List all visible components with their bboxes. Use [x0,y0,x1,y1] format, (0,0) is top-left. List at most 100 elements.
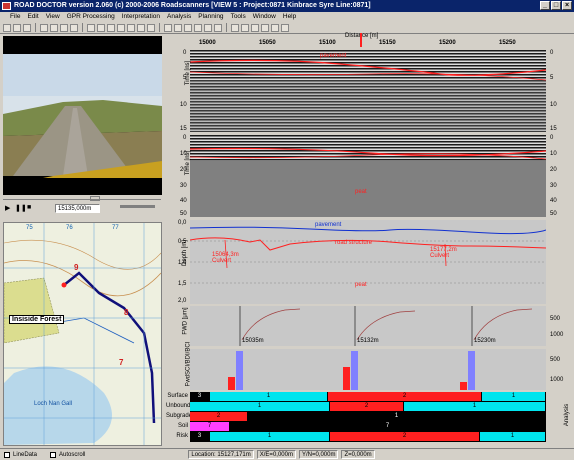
gain-icon[interactable] [147,23,155,32]
pause-icon[interactable]: ❚❚ [15,204,27,212]
gpr2-tick-right: 10 [550,151,557,157]
lane-segment[interactable]: 1 [480,432,546,441]
fwd-point-label: 15230m [474,338,496,344]
gpr1-ylabel: Time [ns] [185,60,192,86]
minimize-button[interactable]: _ [540,1,550,10]
gpr-radargram-top[interactable]: Time [ns] 0 5 10 15 0 5 10 15 pavement [180,50,557,132]
distance-axis: Distance [m] 15000 15050 15100 15150 152… [185,33,550,47]
distance-tick: 15050 [259,40,276,46]
chart-icon[interactable] [184,23,192,32]
paste-icon[interactable] [70,23,78,32]
fwd-index-chart [228,351,475,390]
lane-segment[interactable]: 2 [328,392,482,401]
grid-number: 9 [74,263,79,272]
lane-segment[interactable]: 7 [190,422,230,431]
refresh-icon[interactable] [251,23,259,32]
new-icon[interactable] [3,23,11,32]
lane-segment[interactable]: 1 [210,392,328,401]
gpr2-tick: 10 [180,151,187,157]
lane-segment[interactable]: 1 [482,392,546,401]
video-controls: ▶ ❚❚ ■ 15135,000m [0,196,163,216]
layer-label: pavement [320,53,347,59]
fwd-chart[interactable]: FWD [μm] 500 1000 15035m 15132m 15230m [183,306,563,346]
lane-segment[interactable]: 3 [190,392,210,401]
save-icon[interactable] [23,23,31,32]
report-icon[interactable] [204,23,212,32]
map-icon[interactable] [174,23,182,32]
fwd-index-bars[interactable]: FwdSCI/BDI/BCI 500 1000 [185,342,563,390]
depth-tick: 0,0 [178,220,187,226]
menu-help[interactable]: Help [283,12,296,22]
video-view [3,36,162,195]
stop-icon[interactable]: ■ [27,204,31,211]
grid-number: 8 [124,308,129,317]
menu-bar: File Edit View GPR Processing Interpreta… [0,12,574,22]
bar-bdi [236,351,243,390]
menu-analysis[interactable]: Analysis [167,12,191,22]
menu-view[interactable]: View [46,12,60,22]
cut-icon[interactable] [50,23,58,32]
layer-icon[interactable] [117,23,125,32]
print-icon[interactable] [40,23,48,32]
menu-interpretation[interactable]: Interpretation [122,12,160,22]
map-label-box: Insiside Forest [9,315,65,324]
linedata-checkbox[interactable] [4,451,10,458]
maximize-button[interactable]: □ [551,1,561,10]
next-icon[interactable] [241,23,249,32]
menu-tools[interactable]: Tools [231,12,246,22]
menu-file[interactable]: File [10,12,20,22]
y-field: Y/N=0,000m [298,450,339,459]
video-position-field[interactable]: 15135,000m [55,204,100,213]
lane-segment[interactable]: 3 [190,432,210,441]
lane-segment[interactable]: 2 [330,402,404,411]
gpr-radargram-bottom[interactable]: Time [ns] 0 10 20 30 40 50 0 10 20 30 40… [180,135,557,217]
lane-label: Unbound [166,403,191,409]
lane-segment[interactable]: 1 [210,432,330,441]
gpr2-tick-right: 0 [550,135,554,141]
lane-segment[interactable]: 2 [190,412,248,421]
close-button[interactable]: × [562,1,572,10]
zoom-out-icon[interactable] [97,23,105,32]
fwd-ylabel: FWD [μm] [182,307,189,335]
depth-tick: 1,5 [178,281,187,287]
video-icon[interactable] [164,23,172,32]
lane-segment[interactable]: 2 [330,432,480,441]
copy-icon[interactable] [60,23,68,32]
play-icon[interactable]: ▶ [5,204,10,212]
road-video-frame [3,36,162,195]
depth-profile[interactable]: Depth [m] 0,0 0,5 1,0 1,5 2,0 pavement r… [178,220,547,304]
open-icon[interactable] [13,23,21,32]
menu-edit[interactable]: Edit [27,12,38,22]
autoscroll-checkbox[interactable] [50,451,57,458]
zoom-in-icon[interactable] [87,23,95,32]
depth-tick: 1,0 [178,260,187,266]
menu-window[interactable]: Window [253,12,276,22]
distance-tick: 15000 [199,40,216,46]
culvert-annotation: 15177,2m Culvert [430,247,457,259]
classification-lanes[interactable]: 3 1 2 1 1 2 1 2 1 7 7 3 1 2 1 [190,392,546,442]
lane-segment[interactable]: 1 [190,402,330,411]
prev-icon[interactable] [231,23,239,32]
marker-icon[interactable] [271,23,279,32]
gpr2-tick: 20 [180,167,187,173]
linedata-label: LineData [13,451,38,458]
pan-icon[interactable] [107,23,115,32]
lane-segment[interactable]: 1 [404,402,546,411]
settings-icon[interactable] [214,23,222,32]
filter-icon[interactable] [137,23,145,32]
cursor-marker[interactable] [360,33,362,47]
grid-icon[interactable] [261,23,269,32]
help-icon[interactable] [281,23,289,32]
table-icon[interactable] [194,23,202,32]
map-view: 75 76 77 9 8 7 Insiside Forest Loch Nan … [3,222,162,446]
bar-sci [343,367,350,390]
video-slider-track[interactable] [3,199,161,200]
lane-surface: 3 1 2 1 [190,392,546,401]
pick-icon[interactable] [127,23,135,32]
gpr2-tick: 30 [180,183,187,189]
speed-slider[interactable] [120,205,155,208]
lane-segment[interactable]: 7 [230,422,546,431]
lane-segment[interactable]: 1 [248,412,546,421]
menu-gpr-processing[interactable]: GPR Processing [67,12,115,22]
menu-planning[interactable]: Planning [198,12,223,22]
